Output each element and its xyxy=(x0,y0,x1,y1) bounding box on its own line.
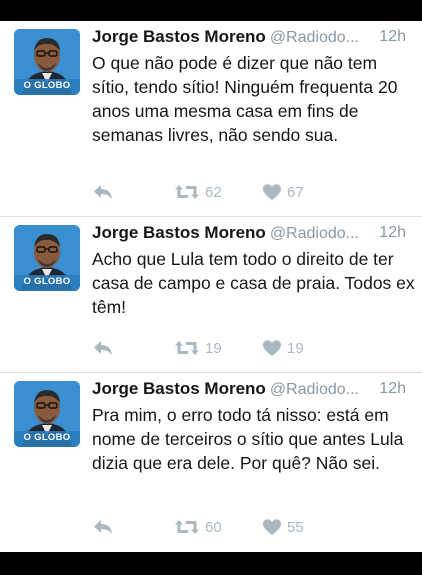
retweet-count: 60 xyxy=(205,518,222,536)
like-button[interactable]: 67 xyxy=(262,181,304,203)
author-handle[interactable]: @Radiodo... xyxy=(270,225,359,242)
reply-icon xyxy=(94,185,112,199)
avatar[interactable]: O GLOBO xyxy=(14,381,80,447)
tweet-timestamp[interactable]: 12h xyxy=(379,224,406,242)
retweet-count: 19 xyxy=(205,339,222,357)
tweet[interactable]: O GLOBO Jorge Bastos Moreno @Radiodo... 1… xyxy=(0,21,422,216)
tweet-header: Jorge Bastos Moreno @Radiodo... 12h xyxy=(92,379,412,403)
reply-icon xyxy=(94,520,112,534)
like-count: 55 xyxy=(287,518,304,536)
avatar-brand-label: O GLOBO xyxy=(23,80,71,91)
author-name[interactable]: Jorge Bastos Moreno xyxy=(92,379,266,398)
retweet-button[interactable]: 60 xyxy=(174,516,222,538)
avatar[interactable]: O GLOBO xyxy=(14,225,80,291)
reply-button[interactable] xyxy=(92,337,114,359)
like-count: 19 xyxy=(287,339,304,357)
status-bar xyxy=(0,0,422,21)
tweet-actions: 19 19 xyxy=(92,337,412,359)
retweet-icon xyxy=(175,520,199,534)
author-handle[interactable]: @Radiodo... xyxy=(270,29,359,46)
heart-icon xyxy=(263,184,281,200)
retweet-button[interactable]: 19 xyxy=(174,337,222,359)
tweet-text: Acho que Lula tem todo o direito de ter … xyxy=(92,249,415,317)
tweet[interactable]: O GLOBO Jorge Bastos Moreno @Radiodo... 1… xyxy=(0,217,422,372)
avatar[interactable]: O GLOBO xyxy=(14,29,80,95)
avatar-brand-label: O GLOBO xyxy=(23,432,71,443)
like-button[interactable]: 55 xyxy=(262,516,304,538)
tweet-header: Jorge Bastos Moreno @Radiodo... 12h xyxy=(92,27,412,51)
bottom-bar xyxy=(0,552,422,575)
retweet-icon xyxy=(175,341,199,355)
reply-button[interactable] xyxy=(92,181,114,203)
heart-icon xyxy=(263,340,281,356)
tweet-timestamp[interactable]: 12h xyxy=(379,380,406,398)
author-handle[interactable]: @Radiodo... xyxy=(270,381,359,398)
retweet-count: 62 xyxy=(205,183,222,201)
like-count: 67 xyxy=(287,183,304,201)
tweet-timestamp[interactable]: 12h xyxy=(379,28,406,46)
tweet-header: Jorge Bastos Moreno @Radiodo... 12h xyxy=(92,223,412,247)
tweet-actions: 62 67 xyxy=(92,181,412,203)
retweet-button[interactable]: 62 xyxy=(174,181,222,203)
tweet-actions: 60 55 xyxy=(92,516,412,538)
author-name[interactable]: Jorge Bastos Moreno xyxy=(92,223,266,242)
tweet-text: O que não pode é dizer que não tem sítio… xyxy=(92,53,398,145)
tweet-text: Pra mim, o erro todo tá nisso: está em n… xyxy=(92,405,404,473)
heart-icon xyxy=(263,519,281,535)
reply-button[interactable] xyxy=(92,516,114,538)
tweet[interactable]: O GLOBO Jorge Bastos Moreno @Radiodo... 1… xyxy=(0,373,422,552)
author-name[interactable]: Jorge Bastos Moreno xyxy=(92,27,266,46)
avatar-brand-label: O GLOBO xyxy=(23,276,71,287)
retweet-icon xyxy=(175,185,199,199)
reply-icon xyxy=(94,341,112,355)
like-button[interactable]: 19 xyxy=(262,337,304,359)
